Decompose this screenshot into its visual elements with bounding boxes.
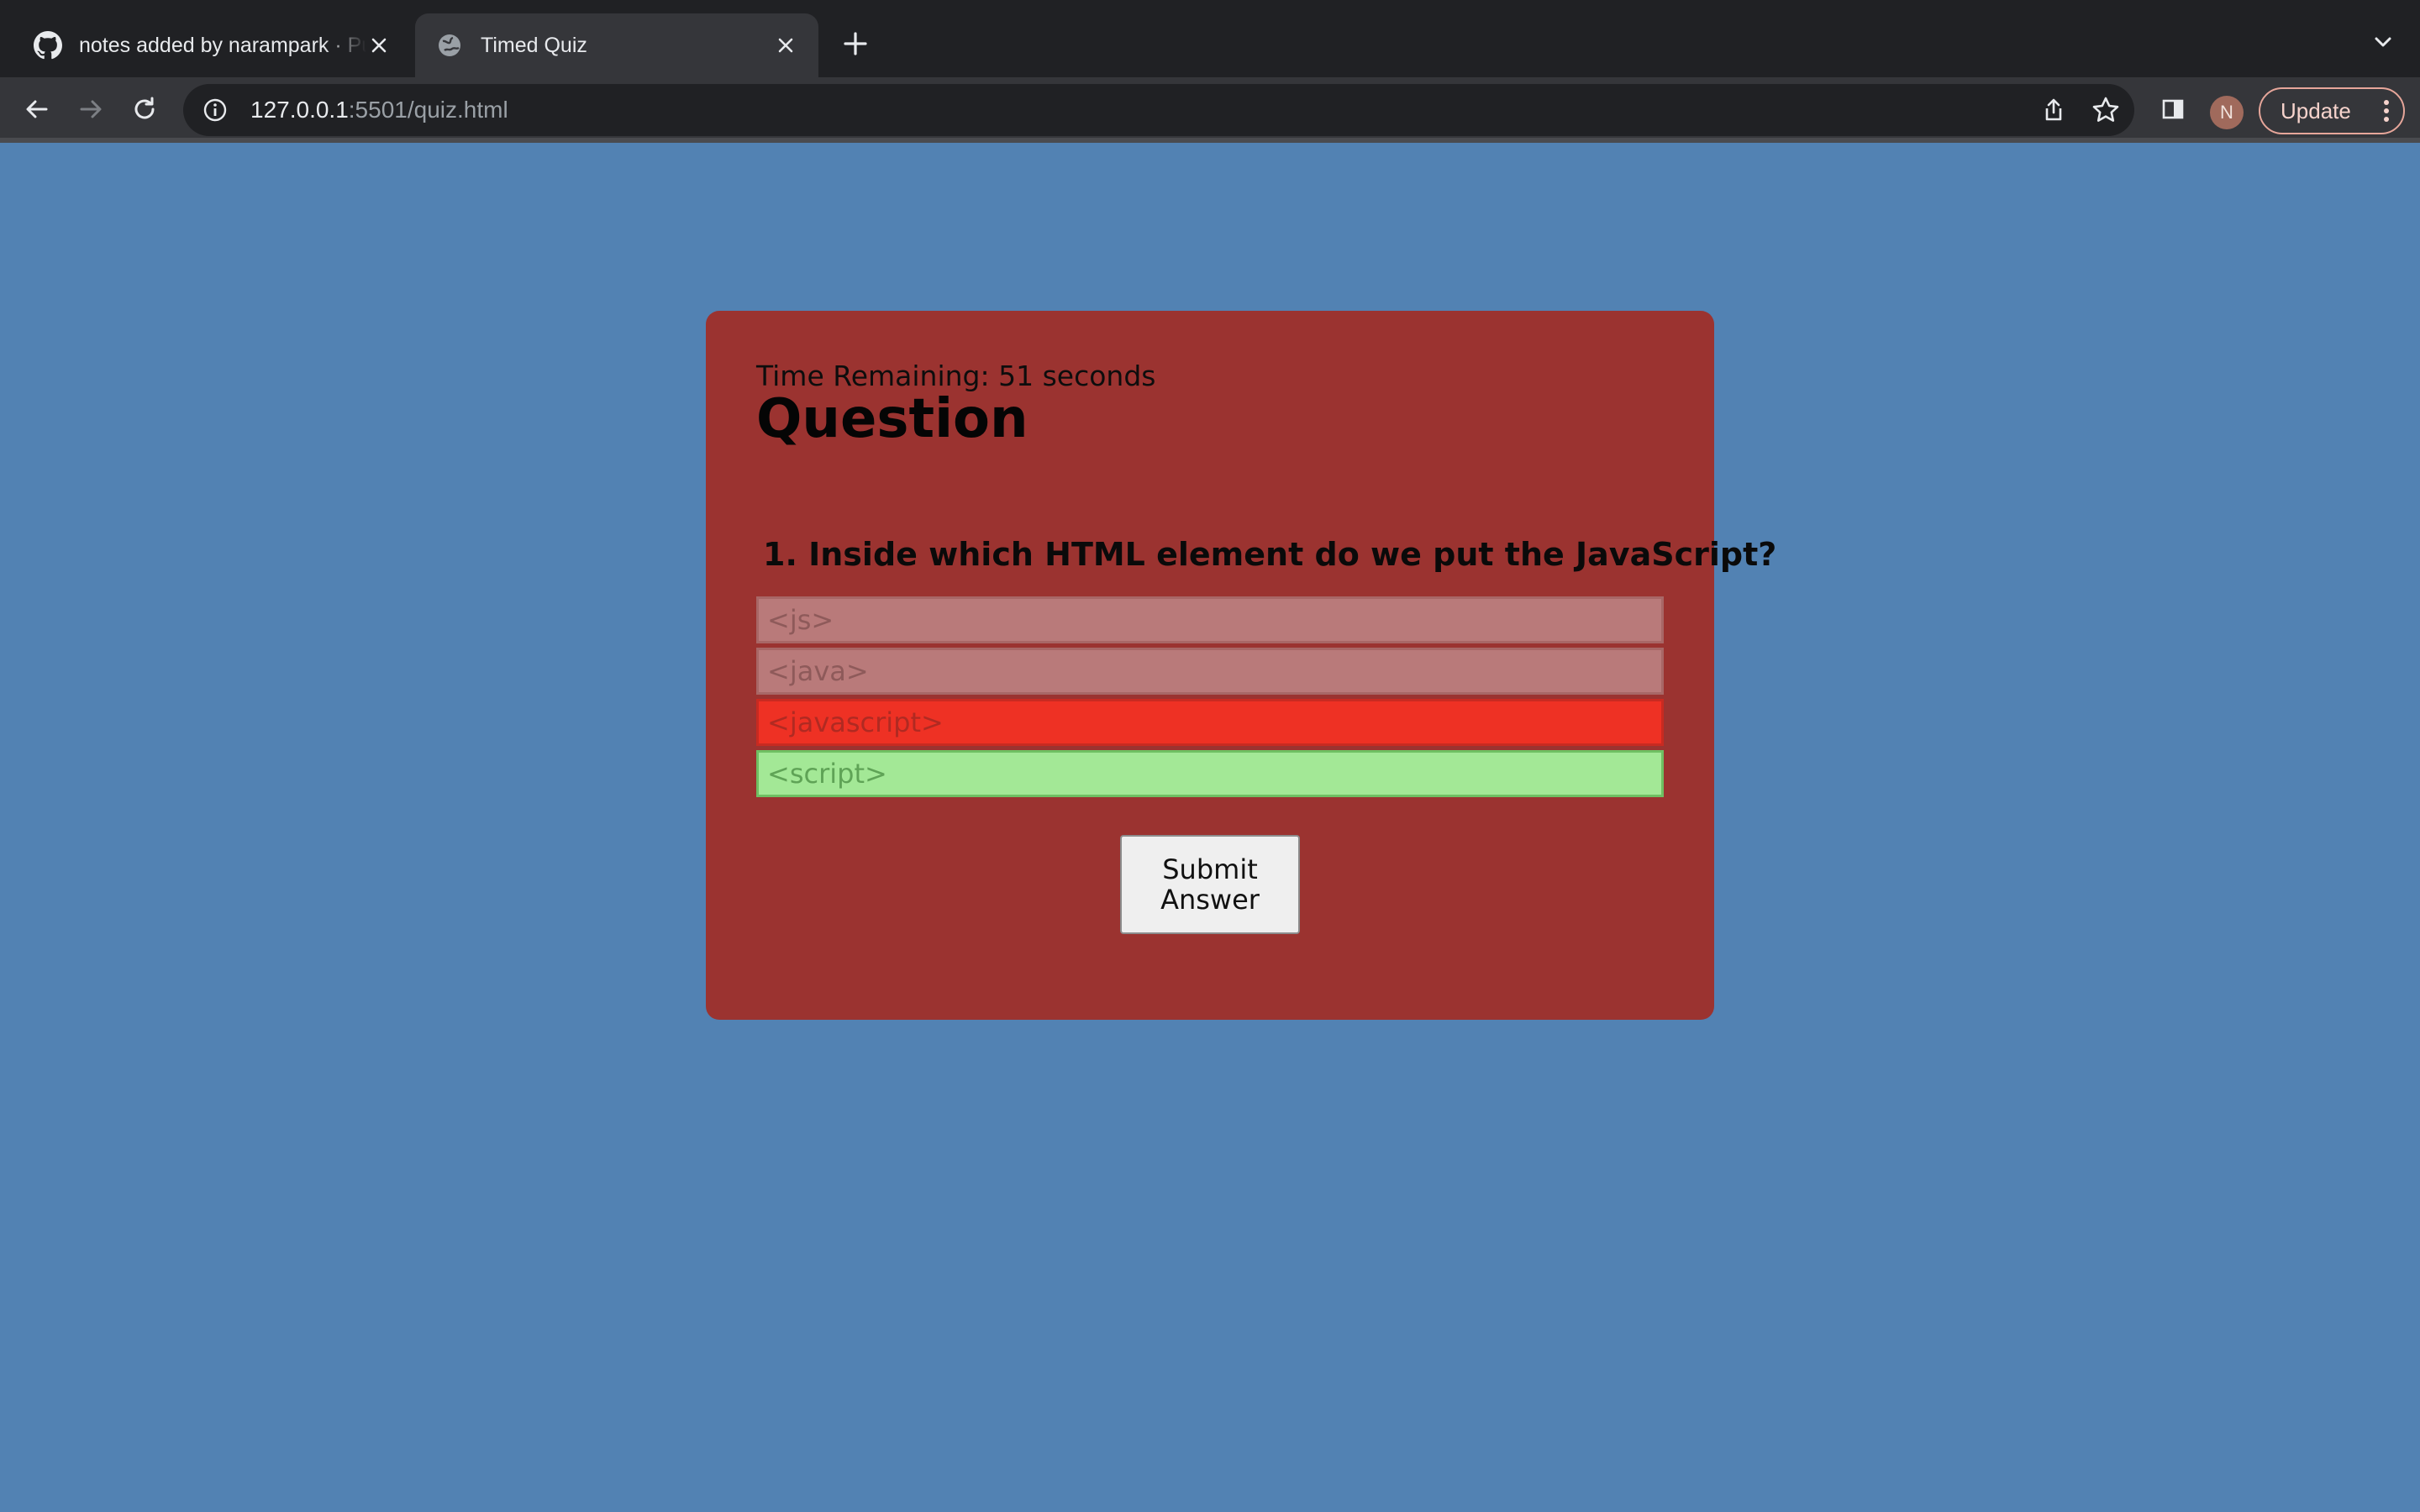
forward-button[interactable] [71, 89, 111, 129]
info-icon[interactable] [200, 95, 230, 125]
answer-choice-java[interactable]: <java> [756, 648, 1664, 695]
tab-github-pull-request[interactable]: notes added by narampark · Pull Request [0, 13, 412, 77]
reload-icon [134, 97, 155, 119]
new-tab-button[interactable] [837, 25, 874, 62]
share-icon[interactable] [2037, 93, 2070, 127]
side-panel-icon [2162, 99, 2184, 119]
more-menu-icon[interactable] [2381, 99, 2391, 123]
browser-tab-strip: notes added by narampark · Pull Request … [0, 0, 2420, 77]
tab-title: notes added by narampark · Pull Request [79, 33, 366, 57]
question-text: 1. Inside which HTML element do we put t… [763, 536, 1777, 573]
update-label: Update [2281, 97, 2351, 123]
close-tab-icon[interactable] [773, 33, 798, 58]
plus-icon [844, 32, 867, 55]
close-tab-icon[interactable] [366, 33, 392, 58]
side-panel-button[interactable] [2153, 89, 2193, 129]
chevron-down-icon [2375, 37, 2391, 47]
answer-choice-javascript[interactable]: <javascript> [756, 699, 1664, 746]
url-path: :5501/quiz.html [348, 97, 508, 123]
bookmark-star-icon[interactable] [2089, 93, 2123, 127]
globe-icon [435, 31, 464, 60]
profile-avatar[interactable]: N [2210, 96, 2244, 129]
github-icon [34, 31, 62, 60]
back-button[interactable] [17, 89, 57, 129]
answer-choice-js[interactable]: <js> [756, 596, 1664, 643]
address-bar[interactable]: 127.0.0.1:5501/quiz.html [183, 84, 2134, 136]
arrow-right-icon [80, 100, 102, 118]
quiz-card: Time Remaining: 51 seconds Question 1. I… [706, 311, 1776, 1020]
browser-toolbar: 127.0.0.1:5501/quiz.html N Update [0, 77, 2420, 141]
tab-search-button[interactable] [2366, 25, 2400, 59]
url-host: 127.0.0.1 [250, 97, 349, 123]
tab-title: Timed Quiz [481, 33, 587, 57]
submit-answer-button[interactable]: Submit Answer [1120, 835, 1300, 934]
update-button[interactable]: Update [2259, 87, 2405, 134]
answer-choice-script[interactable]: <script> [756, 750, 1664, 797]
arrow-left-icon [26, 100, 48, 118]
page-title: Question [756, 388, 1028, 450]
reload-button[interactable] [124, 89, 165, 129]
tab-timed-quiz[interactable]: Timed Quiz [415, 13, 818, 77]
toolbar-divider [0, 138, 2420, 143]
